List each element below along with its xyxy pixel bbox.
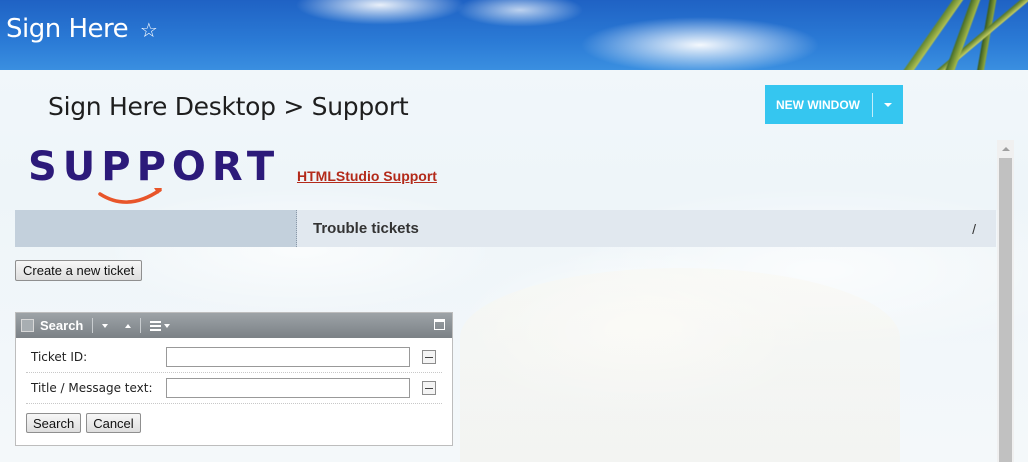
new-window-dropdown[interactable] xyxy=(873,102,903,107)
ticket-id-input[interactable] xyxy=(166,347,410,367)
divider xyxy=(140,318,142,333)
scrollbar-thumb[interactable] xyxy=(999,158,1012,462)
search-actions: Search Cancel xyxy=(26,404,442,433)
sort-up-icon[interactable] xyxy=(125,323,132,328)
new-window-label[interactable]: NEW WINDOW xyxy=(765,98,872,112)
titlebar-left-pane xyxy=(15,210,297,247)
message-text-label: Title / Message text: xyxy=(31,381,153,395)
search-panel-header: Search xyxy=(16,313,452,338)
sort-down-icon[interactable] xyxy=(102,323,109,328)
ticket-id-label: Ticket ID: xyxy=(31,350,88,364)
search-button[interactable]: Search xyxy=(26,413,82,433)
htmlstudio-support-link[interactable]: HTMLStudio Support xyxy=(297,168,437,184)
support-logo: SUPPORT xyxy=(28,144,274,208)
menu-icon[interactable] xyxy=(150,320,162,331)
ticket-id-row: Ticket ID: xyxy=(26,342,442,373)
background-umbrella xyxy=(460,268,900,462)
new-window-button[interactable]: NEW WINDOW xyxy=(765,85,903,124)
section-path-slash: / xyxy=(972,220,976,237)
palm-decoration xyxy=(868,0,1028,70)
page-title: Sign Here Desktop > Support xyxy=(48,92,409,121)
app-title[interactable]: Sign Here ☆ xyxy=(6,14,158,44)
logo-swoosh-icon xyxy=(98,188,162,204)
search-panel-title: Search xyxy=(40,318,84,333)
minimize-icon[interactable] xyxy=(434,319,445,330)
chevron-up-icon xyxy=(1001,146,1010,151)
titlebar-right-pane: Trouble tickets / xyxy=(297,210,996,247)
message-text-input[interactable] xyxy=(166,378,410,398)
message-text-row: Title / Message text: xyxy=(26,373,442,404)
scrollbar[interactable] xyxy=(997,140,1014,462)
scroll-up-button[interactable] xyxy=(997,140,1014,157)
select-all-checkbox[interactable] xyxy=(21,319,34,332)
section-titlebar: Trouble tickets / xyxy=(15,210,996,247)
remove-field-icon[interactable] xyxy=(422,350,436,364)
chevron-down-icon xyxy=(884,102,892,107)
cancel-button[interactable]: Cancel xyxy=(86,413,141,433)
search-panel-body: Ticket ID: Title / Message text: Search … xyxy=(16,338,452,433)
section-title: Trouble tickets xyxy=(313,220,419,237)
create-ticket-button[interactable]: Create a new ticket xyxy=(15,260,143,281)
divider xyxy=(92,318,94,333)
menu-dropdown-icon[interactable] xyxy=(164,323,171,328)
search-panel: Search Ticket ID: Title / Message text: … xyxy=(15,312,453,446)
remove-field-icon[interactable] xyxy=(422,381,436,395)
app-header: Sign Here ☆ xyxy=(0,0,1028,70)
star-icon[interactable]: ☆ xyxy=(140,18,158,42)
app-title-text: Sign Here xyxy=(6,14,129,44)
